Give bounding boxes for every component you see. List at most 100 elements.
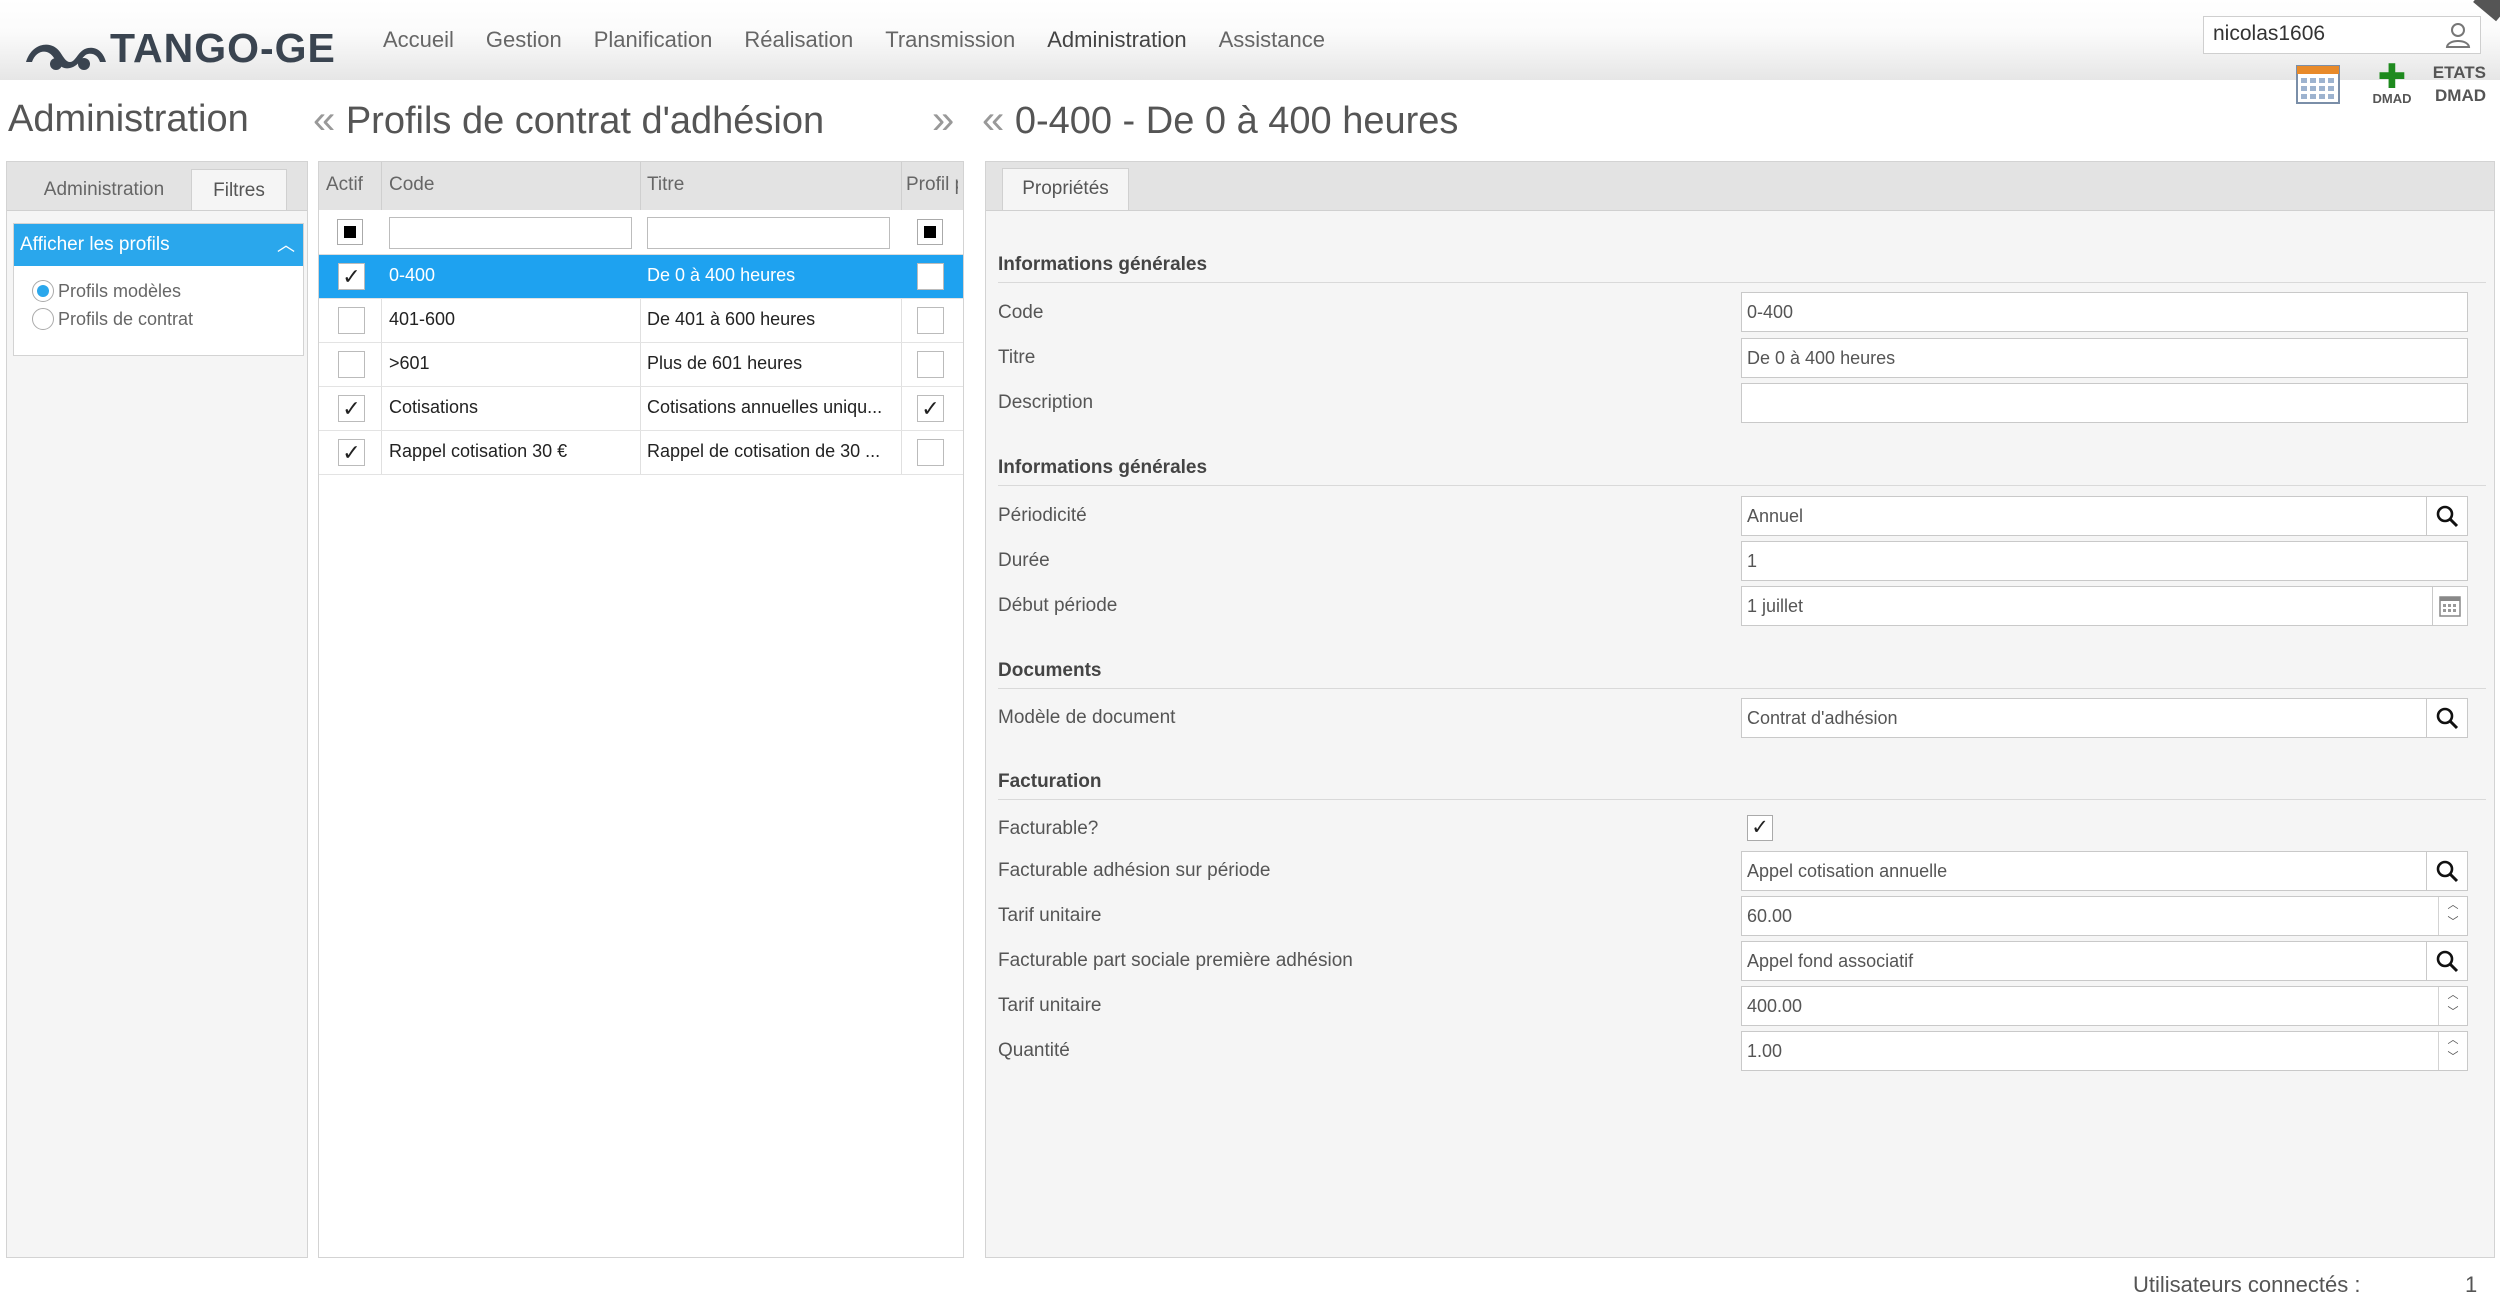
actif-checkbox[interactable] xyxy=(338,351,365,378)
code-field[interactable]: 0-400 xyxy=(1741,292,2468,332)
filter-header[interactable]: Afficher les profils ︿ xyxy=(14,224,303,266)
nav-realisation[interactable]: Réalisation xyxy=(744,27,853,53)
debut-periode-label: Début période xyxy=(998,595,1118,616)
spin-down-icon[interactable]: ﹀ xyxy=(2439,1004,2467,1021)
option-profils-modeles[interactable]: Profils modèles xyxy=(32,280,181,302)
tab-filtres[interactable]: Filtres xyxy=(191,169,287,210)
tarif-spinner[interactable]: ︿ ﹀ xyxy=(2438,897,2467,935)
spin-down-icon[interactable]: ﹀ xyxy=(2439,914,2467,931)
actif-checkbox[interactable] xyxy=(338,307,365,334)
periodicite-field[interactable]: Annuel xyxy=(1741,496,2468,536)
nav-administration[interactable]: Administration xyxy=(1047,27,1186,53)
properties-tabstrip: Propriétés xyxy=(986,162,2494,211)
modele-document-field[interactable]: Contrat d'adhésion xyxy=(1741,698,2468,738)
connected-users-label: Utilisateurs connectés : xyxy=(2133,1272,2361,1297)
code-value: 0-400 xyxy=(1747,302,1794,322)
col-header-actif[interactable]: Actif xyxy=(326,174,376,196)
titre-filter-input[interactable] xyxy=(647,217,890,249)
facturable-checkbox[interactable]: ✓ xyxy=(1747,815,1773,841)
facturable-part-sociale-label: Facturable part sociale première adhésio… xyxy=(998,950,1353,971)
calendar-small-icon xyxy=(2439,596,2461,617)
spin-up-icon[interactable]: ︿ xyxy=(2439,987,2467,1004)
titre-field[interactable]: De 0 à 400 heures xyxy=(1741,338,2468,378)
nav-assistance[interactable]: Assistance xyxy=(1219,27,1325,53)
titre-label: Titre xyxy=(998,347,1036,368)
properties-panel: Propriétés Informations générales Code 0… xyxy=(985,161,2495,1258)
facturable-part-sociale-field[interactable]: Appel fond associatif xyxy=(1741,941,2468,981)
nav-accueil[interactable]: Accueil xyxy=(383,27,454,53)
quantite-value: 1.00 xyxy=(1747,1041,1783,1061)
search-icon xyxy=(2436,707,2459,730)
expand-right-chevron[interactable]: » xyxy=(932,98,954,143)
profil-checkbox[interactable] xyxy=(917,263,944,290)
profil-checkbox[interactable] xyxy=(917,307,944,334)
add-dmad-button[interactable]: ✚ DMAD xyxy=(2362,60,2422,109)
calendar-icon[interactable] xyxy=(2296,63,2340,105)
user-field[interactable] xyxy=(2203,16,2481,54)
row-code: Cotisations xyxy=(389,397,479,417)
app-logo[interactable]: TANGO-GE xyxy=(22,22,336,78)
nav-transmission[interactable]: Transmission xyxy=(885,27,1015,53)
chevron-up-icon[interactable]: ︿ xyxy=(277,224,295,266)
row-titre: Plus de 601 heures xyxy=(647,353,803,373)
user-icon[interactable] xyxy=(2444,21,2472,49)
modele-search-button[interactable] xyxy=(2426,699,2467,737)
debut-periode-value: 1 juillet xyxy=(1747,596,1804,616)
tarif-unitaire-2-field[interactable]: 400.00 ︿ ﹀ xyxy=(1741,986,2468,1026)
profil-checkbox[interactable] xyxy=(917,439,944,466)
table-row[interactable]: >601 Plus de 601 heures xyxy=(319,343,963,387)
description-field[interactable] xyxy=(1741,383,2468,423)
main-nav: Accueil Gestion Planification Réalisatio… xyxy=(383,27,1357,53)
profil-checkbox[interactable]: ✓ xyxy=(917,395,944,422)
spin-up-icon[interactable]: ︿ xyxy=(2439,897,2467,914)
top-bar: TANGO-GE Accueil Gestion Planification R… xyxy=(0,0,2500,80)
tarif-unitaire-field[interactable]: 60.00 ︿ ﹀ xyxy=(1741,896,2468,936)
collapse-left-icon[interactable]: « xyxy=(313,98,335,142)
option-profils-contrat[interactable]: Profils de contrat xyxy=(32,308,193,330)
actif-checkbox[interactable]: ✓ xyxy=(338,439,365,466)
profil-checkbox[interactable] xyxy=(917,351,944,378)
actif-filter-toggle[interactable] xyxy=(337,219,363,245)
duree-field[interactable]: 1 xyxy=(1741,541,2468,581)
table-row[interactable]: ✓ 0-400 De 0 à 400 heures xyxy=(319,255,963,299)
user-input[interactable] xyxy=(2204,17,2433,51)
tab-administration[interactable]: Administration xyxy=(21,169,187,210)
tarif-2-spinner[interactable]: ︿ ﹀ xyxy=(2438,987,2467,1025)
spin-down-icon[interactable]: ﹀ xyxy=(2439,1049,2467,1066)
row-code: >601 xyxy=(389,353,430,373)
table-row[interactable]: ✓ Cotisations Cotisations annuelles uniq… xyxy=(319,387,963,431)
expand-right-icon[interactable]: » xyxy=(932,98,954,142)
table-row[interactable]: ✓ Rappel cotisation 30 € Rappel de cotis… xyxy=(319,431,963,475)
spin-up-icon[interactable]: ︿ xyxy=(2439,1032,2467,1049)
section-facturation: Facturation xyxy=(998,771,2486,800)
quantite-spinner[interactable]: ︿ ﹀ xyxy=(2438,1032,2467,1070)
date-picker-button[interactable] xyxy=(2432,587,2467,625)
facturable-periode-search-button[interactable] xyxy=(2426,852,2467,890)
radio-profils-modeles[interactable] xyxy=(32,280,54,302)
col-header-titre[interactable]: Titre xyxy=(647,174,877,196)
col-header-profil[interactable]: Profil par... xyxy=(906,174,958,210)
periodicite-search-button[interactable] xyxy=(2426,497,2467,535)
actif-checkbox[interactable]: ✓ xyxy=(338,263,365,290)
quantite-field[interactable]: 1.00 ︿ ﹀ xyxy=(1741,1031,2468,1071)
actif-checkbox[interactable]: ✓ xyxy=(338,395,365,422)
dmad-label: DMAD xyxy=(2372,91,2412,106)
search-icon xyxy=(2436,505,2459,528)
collapse-middle-icon[interactable]: « xyxy=(982,98,1004,142)
tarif-unitaire-2-value: 400.00 xyxy=(1747,996,1803,1016)
nav-gestion[interactable]: Gestion xyxy=(486,27,562,53)
etats-dmad-button[interactable]: ETATS DMAD xyxy=(2424,61,2486,107)
tab-proprietes[interactable]: Propriétés xyxy=(1002,168,1129,210)
left-tabstrip: Administration Filtres xyxy=(7,162,307,211)
code-filter-input[interactable] xyxy=(389,217,632,249)
debut-periode-field[interactable]: 1 juillet xyxy=(1741,586,2468,626)
facturable-label: Facturable? xyxy=(998,818,1099,839)
code-label: Code xyxy=(998,302,1044,323)
facturable-periode-field[interactable]: Appel cotisation annuelle xyxy=(1741,851,2468,891)
nav-planification[interactable]: Planification xyxy=(594,27,713,53)
part-sociale-search-button[interactable] xyxy=(2426,942,2467,980)
table-row[interactable]: 401-600 De 401 à 600 heures xyxy=(319,299,963,343)
radio-profils-contrat[interactable] xyxy=(32,308,54,330)
profil-filter-toggle[interactable] xyxy=(917,219,943,245)
col-header-code[interactable]: Code xyxy=(389,174,639,196)
